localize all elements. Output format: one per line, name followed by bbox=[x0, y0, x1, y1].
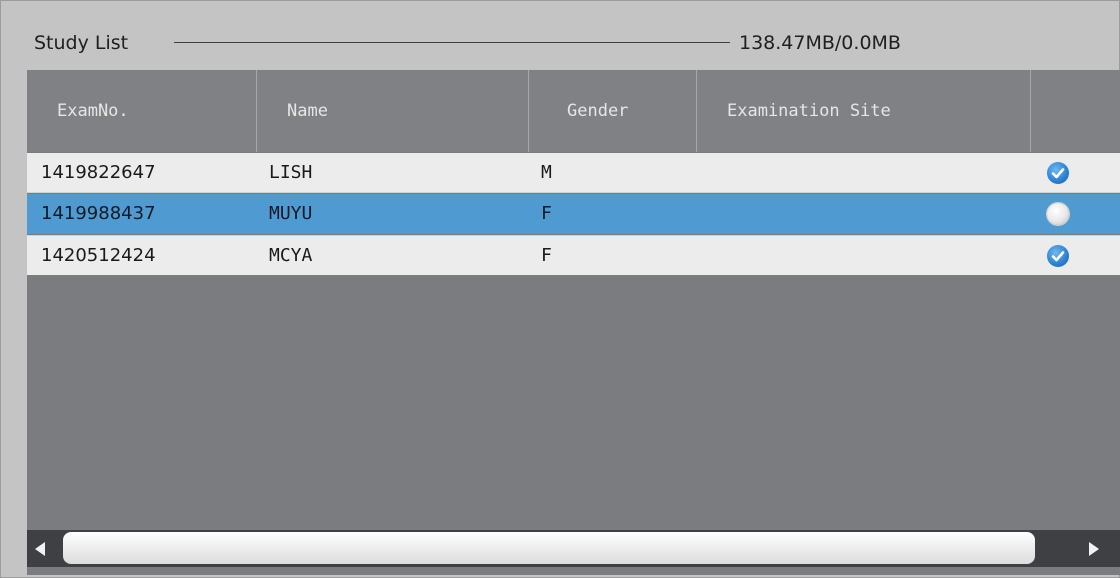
empty-circle-icon[interactable] bbox=[1047, 203, 1069, 225]
cell-gender: F bbox=[541, 203, 552, 224]
column-header-examination-site[interactable]: Examination Site bbox=[697, 70, 1031, 152]
table-header: ExamNo. Name Gender Examination Site bbox=[27, 70, 1120, 152]
check-circle-icon[interactable] bbox=[1047, 162, 1069, 184]
cell-gender: F bbox=[541, 245, 552, 266]
table-row-selected[interactable]: 1419988437 MUYU F bbox=[27, 194, 1120, 234]
cell-gender: M bbox=[541, 162, 552, 183]
table-row[interactable]: 1419822647 LISH M bbox=[27, 153, 1120, 193]
study-table: ExamNo. Name Gender Examination Site 141… bbox=[27, 70, 1120, 575]
table-row[interactable]: 1420512424 MCYA F bbox=[27, 235, 1120, 275]
scrollbar-thumb[interactable] bbox=[63, 532, 1035, 564]
cell-name: MUYU bbox=[269, 203, 313, 224]
column-header-exam-no[interactable]: ExamNo. bbox=[27, 70, 257, 152]
cell-name: LISH bbox=[269, 162, 313, 183]
column-header-select[interactable] bbox=[1031, 70, 1120, 152]
panel-header: Study List 138.47MB/0.0MB bbox=[1, 1, 1120, 67]
cell-name: MCYA bbox=[269, 245, 313, 266]
arrow-left-icon[interactable] bbox=[35, 542, 45, 556]
panel-title: Study List bbox=[34, 32, 129, 54]
study-list-panel: Study List 138.47MB/0.0MB ExamNo. Name G… bbox=[0, 0, 1120, 578]
arrow-right-icon[interactable] bbox=[1089, 542, 1099, 556]
check-circle-icon[interactable] bbox=[1047, 245, 1069, 267]
cell-exam-no: 1420512424 bbox=[41, 245, 156, 266]
column-header-gender[interactable]: Gender bbox=[529, 70, 697, 152]
cell-exam-no: 1419822647 bbox=[41, 162, 156, 183]
horizontal-scrollbar[interactable] bbox=[27, 530, 1120, 567]
column-header-name[interactable]: Name bbox=[257, 70, 529, 152]
cell-exam-no: 1419988437 bbox=[41, 203, 156, 224]
storage-size-info: 138.47MB/0.0MB bbox=[739, 32, 901, 54]
header-divider bbox=[174, 42, 730, 43]
